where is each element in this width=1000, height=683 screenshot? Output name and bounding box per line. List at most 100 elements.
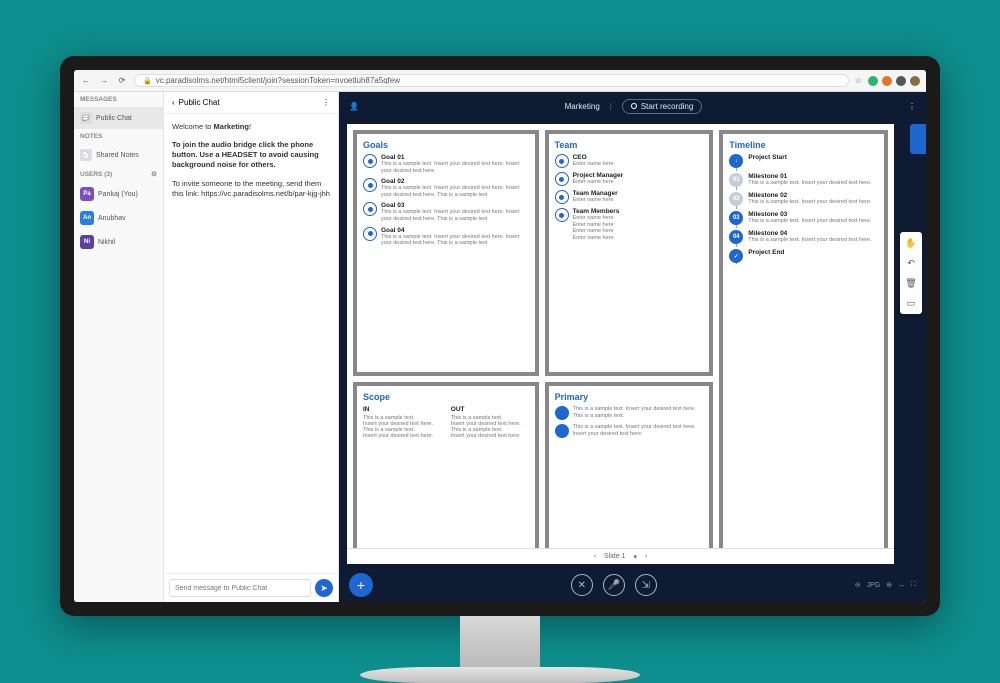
team-item: Team ManagerEnter name here (555, 190, 704, 204)
minus-zoom[interactable]: ⊖ (855, 581, 861, 589)
primary-title: Primary (555, 392, 704, 402)
prev-slide[interactable]: ‹ (594, 553, 596, 560)
back-button[interactable]: ← (80, 76, 92, 85)
primary-item: This is a sample text. Insert your desir… (555, 424, 704, 438)
timeline-dot: 02 (729, 192, 743, 206)
chat-invite: To invite someone to the meeting, send t… (172, 179, 330, 199)
team-item: Team MembersEnter name here Enter name h… (555, 208, 704, 241)
extensions (868, 76, 920, 86)
browser-toolbar: ← → ⟳ 🔒 vc.paradisolms.net/html5client/j… (74, 70, 926, 92)
url-text: vc.paradisolms.net/html5client/join?sess… (156, 76, 400, 85)
slide-dropdown-icon[interactable]: ▾ (633, 553, 637, 561)
notes-header: NOTES (74, 129, 163, 144)
user-icon[interactable]: 👤 (349, 102, 359, 111)
fullscreen-icon[interactable]: ⛶ (911, 581, 916, 589)
person-icon (555, 154, 569, 168)
timeline-title: Timeline (729, 140, 878, 150)
url-bar[interactable]: 🔒 vc.paradisolms.net/html5client/join?se… (134, 74, 849, 87)
messages-header: MESSAGES (74, 92, 163, 107)
timeline-item: ↓Project Start (729, 154, 878, 168)
avatar[interactable] (910, 76, 920, 86)
user-name: Nikhil (98, 239, 115, 246)
chevron-left-icon[interactable]: ‹ (172, 98, 175, 107)
hand-tool[interactable]: ✋ (903, 235, 919, 251)
star-icon[interactable]: ☆ (855, 76, 862, 85)
fit-icon[interactable]: ↔ (898, 582, 905, 589)
share-button[interactable]: ⇲ (635, 574, 657, 596)
users-header: USERS (3)⚙ (74, 166, 163, 182)
timeline-dot: 04 (729, 230, 743, 244)
user-item[interactable]: PaPankaj (You) (74, 182, 163, 206)
zoom-level: JPG (867, 582, 881, 589)
message-input[interactable] (169, 579, 311, 597)
timeline-item: ✓Project End (729, 249, 878, 263)
timeline-dot: 03 (729, 211, 743, 225)
sidebar-item-public-chat[interactable]: 💬 Public Chat (74, 107, 163, 129)
audio-button[interactable]: 🎤 (603, 574, 625, 596)
person-icon (555, 190, 569, 204)
goals-title: Goals (363, 140, 529, 150)
record-label: Start recording (641, 102, 693, 111)
chat-header: ‹ Public Chat ⋮ (164, 92, 338, 114)
collapse-tab[interactable] (910, 124, 926, 154)
plus-zoom[interactable]: ⊕ (886, 581, 892, 589)
left-sidebar: MESSAGES 💬 Public Chat NOTES 📄 Shared No… (74, 92, 164, 602)
sidebar-item-label: Public Chat (96, 115, 132, 122)
goal-icon (363, 154, 377, 168)
undo-tool[interactable]: ↶ (903, 255, 919, 271)
options-icon[interactable]: ⋮ (908, 102, 916, 111)
goal-item: Goal 01This is a sample text. Insert you… (363, 154, 529, 174)
ext-icon[interactable] (896, 76, 906, 86)
send-button[interactable]: ➤ (315, 579, 333, 597)
goal-item: Goal 04This is a sample text. Insert you… (363, 227, 529, 247)
chat-panel: ‹ Public Chat ⋮ Welcome to Marketing! To… (164, 92, 339, 602)
scope-title: Scope (363, 392, 529, 402)
reload-button[interactable]: ⟳ (116, 76, 128, 85)
topbar: 👤 Marketing | Start recording ⋮ (339, 92, 926, 120)
bottom-controls: + ✕ 🎤 ⇲ ⊖ JPG ⊕ ↔ ⛶ (339, 568, 926, 602)
timeline-box: Timeline ↓Project Start01Milestone 01Thi… (719, 130, 888, 558)
next-slide[interactable]: › (645, 553, 647, 560)
sidebar-item-shared-notes[interactable]: 📄 Shared Notes (74, 144, 163, 166)
room-name: Marketing (565, 102, 600, 111)
record-button[interactable]: Start recording (622, 99, 702, 114)
goal-item: Goal 03This is a sample text. Insert you… (363, 202, 529, 222)
timeline-dot: ↓ (729, 154, 743, 168)
presentation[interactable]: Goals Goal 01This is a sample text. Inse… (347, 124, 894, 564)
main-area: 👤 Marketing | Start recording ⋮ Goals Go… (339, 92, 926, 602)
gear-icon[interactable]: ⚙ (151, 170, 157, 178)
question-icon (555, 406, 569, 420)
actions-button[interactable]: + (349, 573, 373, 597)
mute-button[interactable]: ✕ (571, 574, 593, 596)
timeline-dot: 01 (729, 173, 743, 187)
more-icon[interactable]: ⋮ (322, 98, 330, 107)
chat-icon: 💬 (80, 112, 92, 124)
scope-out-body: This is a sample text. Insert your desir… (451, 415, 529, 439)
trash-tool[interactable]: 🗑 (903, 275, 919, 291)
goal-item: Goal 02This is a sample text. Insert you… (363, 178, 529, 198)
primary-item: This is a sample text. Insert your desir… (555, 406, 704, 420)
notes-icon: 📄 (80, 149, 92, 161)
team-item: Project ManagerEnter name here (555, 172, 704, 186)
timeline-dot: ✓ (729, 249, 743, 263)
team-item: CEOEnter name here (555, 154, 704, 168)
forward-button[interactable]: → (98, 76, 110, 85)
annotate-tool[interactable]: ▭ (903, 295, 919, 311)
user-item[interactable]: AnAnubhav (74, 206, 163, 230)
chat-tip: To join the audio bridge click the phone… (172, 140, 330, 170)
user-item[interactable]: NiNikhil (74, 230, 163, 254)
chat-title: Public Chat (179, 98, 220, 107)
goals-box: Goals Goal 01This is a sample text. Inse… (353, 130, 539, 376)
chat-messages: Welcome to Marketing! To join the audio … (164, 114, 338, 573)
goal-icon (363, 227, 377, 241)
ext-icon[interactable] (868, 76, 878, 86)
slide-nav: ‹ Slide 1 ▾ › (347, 548, 894, 564)
user-name: Pankaj (You) (98, 191, 138, 198)
user-name: Anubhav (98, 215, 126, 222)
scope-in-head: IN (363, 406, 441, 413)
ext-icon[interactable] (882, 76, 892, 86)
timeline-item: 02Milestone 02This is a sample text. Ins… (729, 192, 878, 206)
record-icon (631, 103, 637, 109)
goal-icon (363, 178, 377, 192)
team-title: Team (555, 140, 704, 150)
